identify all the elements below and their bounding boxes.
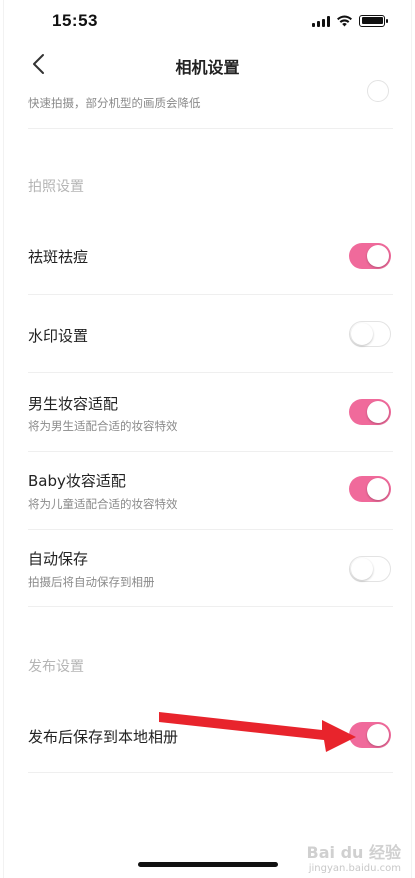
annotation-arrow <box>159 712 356 752</box>
home-indicator <box>138 862 278 867</box>
watermark-logo: Bai du 经验 <box>306 843 401 862</box>
watermark: Bai du 经验 jingyan.baidu.com <box>307 839 401 874</box>
watermark-url: jingyan.baidu.com <box>308 863 401 874</box>
app-screen: 15:53 相机设置 快速拍摄，部分机型的画质会降低 拍照设置 祛斑祛痘 水印设… <box>3 0 412 878</box>
